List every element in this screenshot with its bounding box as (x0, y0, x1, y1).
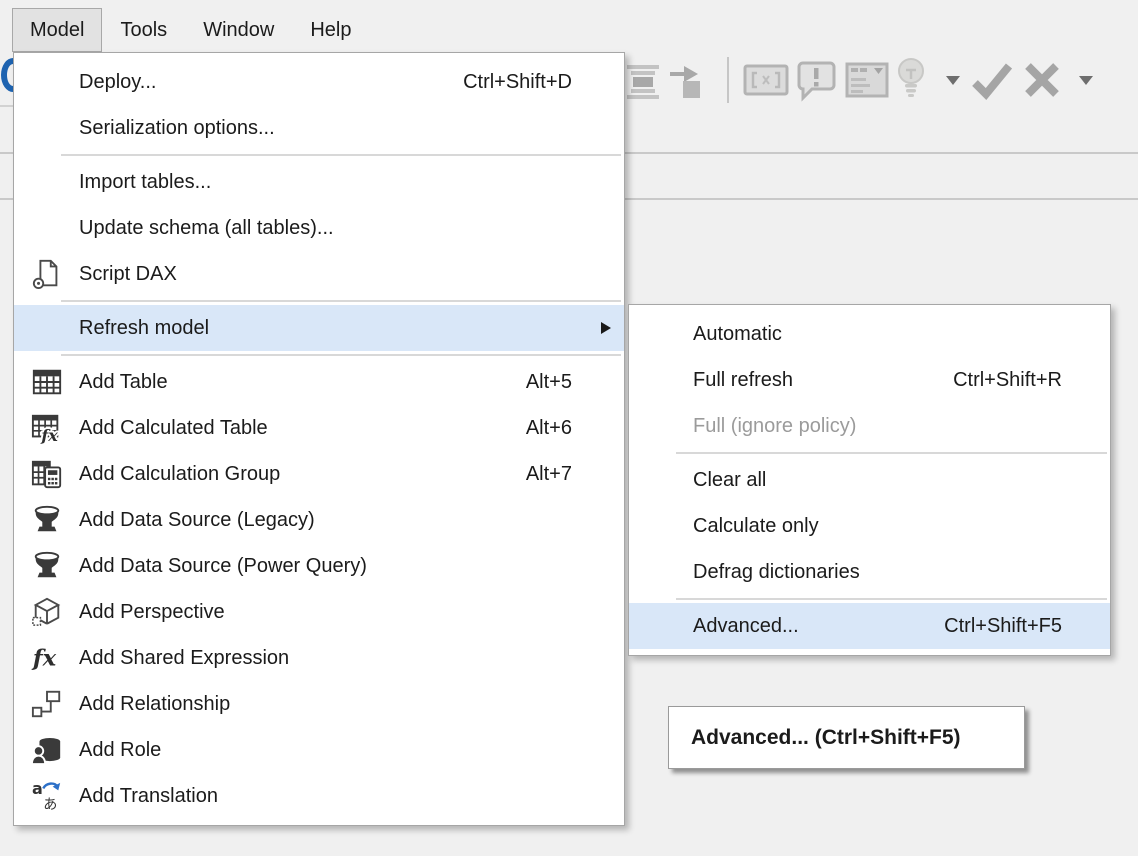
shortcut-tooltip: Advanced... (Ctrl+Shift+F5) (668, 706, 1025, 769)
menu-item-label: Script DAX (79, 263, 177, 286)
data-source-icon (28, 502, 66, 538)
fx-icon: fx (28, 640, 66, 676)
column-format-icon[interactable] (624, 58, 662, 102)
menu-item-serialization-options[interactable]: Serialization options... (14, 105, 624, 151)
menubar-item-tools[interactable]: Tools (102, 8, 185, 52)
menu-separator (14, 297, 624, 305)
submenu-item-clear-all[interactable]: Clear all (629, 457, 1110, 503)
menu-item-label: Calculate only (693, 515, 819, 538)
svg-text:fx: fx (31, 646, 57, 672)
menu-item-add-translation[interactable]: aあ Add Translation (14, 773, 624, 819)
application-window: ModelToolsWindowHelp Deploy... Ctrl+Shift… (0, 0, 1138, 856)
menu-item-add-perspective[interactable]: Add Perspective (14, 589, 624, 635)
toolbar-separator (727, 57, 729, 103)
menu-item-shortcut: Alt+5 (526, 371, 572, 394)
menu-item-label: Add Table (79, 371, 168, 394)
refresh-model-submenu: Automatic Full refresh Ctrl+Shift+R Full (i… (628, 304, 1111, 656)
menubar-item-help[interactable]: Help (292, 8, 369, 52)
table-icon (28, 364, 66, 400)
tooltip-text: Advanced... (Ctrl+Shift+F5) (691, 726, 961, 750)
submenu-item-advanced[interactable]: Advanced... Ctrl+Shift+F5 (629, 603, 1110, 649)
menu-item-add-role[interactable]: Add Role (14, 727, 624, 773)
menu-item-label: Add Data Source (Power Query) (79, 555, 367, 578)
svg-text:a: a (32, 780, 43, 798)
submenu-item-calculate-only[interactable]: Calculate only (629, 503, 1110, 549)
menu-separator (629, 595, 1110, 603)
relationship-icon (28, 686, 66, 722)
menu-item-add-table[interactable]: Add Table Alt+5 (14, 359, 624, 405)
menu-item-label: Add Shared Expression (79, 647, 289, 670)
submenu-item-full-refresh[interactable]: Full refresh Ctrl+Shift+R (629, 357, 1110, 403)
menu-item-label: Add Data Source (Legacy) (79, 509, 315, 532)
menu-item-label: Defrag dictionaries (693, 561, 860, 584)
menu-item-label: Add Calculated Table (79, 417, 268, 440)
menu-item-import-tables[interactable]: Import tables... (14, 159, 624, 205)
accept-check-icon[interactable] (970, 60, 1014, 100)
menu-item-script-dax[interactable]: Script DAX (14, 251, 624, 297)
form-editor-icon[interactable] (843, 58, 891, 102)
cancel-x-icon[interactable] (1021, 60, 1063, 100)
menu-item-label: Advanced... (693, 615, 799, 638)
role-icon (28, 732, 66, 768)
menu-item-add-calculated-table[interactable]: fx Add Calculated Table Alt+6 (14, 405, 624, 451)
menu-item-label: Add Relationship (79, 693, 230, 716)
menu-item-label: Serialization options... (79, 117, 275, 140)
menu-item-add-data-source-legacy[interactable]: Add Data Source (Legacy) (14, 497, 624, 543)
menu-item-label: Import tables... (79, 171, 211, 194)
submenu-arrow-icon (601, 322, 611, 334)
menu-item-label: Add Calculation Group (79, 463, 280, 486)
submenu-item-full-ignore-policy[interactable]: Full (ignore policy) (629, 403, 1110, 449)
menu-item-add-shared-expression[interactable]: fx Add Shared Expression (14, 635, 624, 681)
menu-bar: ModelToolsWindowHelp (0, 0, 1138, 52)
script-dax-icon (28, 256, 66, 292)
menubar-item-window[interactable]: Window (185, 8, 292, 52)
menu-separator (14, 151, 624, 159)
perspective-cube-icon (28, 594, 66, 630)
clipped-blue-toolbar-icon (0, 56, 13, 98)
menu-item-label: Refresh model (79, 317, 209, 340)
menu-item-shortcut: Alt+6 (526, 417, 572, 440)
menu-item-add-relationship[interactable]: Add Relationship (14, 681, 624, 727)
dropdown-caret-icon[interactable] (944, 74, 962, 86)
menubar-item-model[interactable]: Model (12, 8, 102, 52)
menu-item-label: Clear all (693, 469, 766, 492)
goto-definition-icon[interactable] (666, 58, 706, 102)
menu-item-label: Full refresh (693, 369, 793, 392)
submenu-item-automatic[interactable]: Automatic (629, 311, 1110, 357)
menu-item-label: Add Translation (79, 785, 218, 808)
toolbar-row-border (0, 105, 13, 107)
menu-item-deploy[interactable]: Deploy... Ctrl+Shift+D (14, 59, 624, 105)
menu-item-shortcut: Ctrl+Shift+D (463, 71, 572, 94)
menu-item-shortcut: Alt+7 (526, 463, 572, 486)
menu-item-label: Add Perspective (79, 601, 225, 624)
menu-separator (14, 351, 624, 359)
svg-text:fx: fx (40, 426, 58, 444)
dropdown-caret-icon[interactable] (1077, 74, 1095, 86)
lightbulb-icon[interactable] (894, 56, 928, 102)
submenu-item-defrag-dictionaries[interactable]: Defrag dictionaries (629, 549, 1110, 595)
translation-icon: aあ (28, 778, 66, 814)
calculated-table-icon: fx (28, 410, 66, 446)
menu-item-update-schema-all-tables[interactable]: Update schema (all tables)... (14, 205, 624, 251)
comment-warning-icon[interactable] (792, 58, 840, 102)
menu-item-refresh-model[interactable]: Refresh model (14, 305, 624, 351)
menu-item-label: Deploy... (79, 71, 156, 94)
menu-item-add-data-source-power-query[interactable]: Add Data Source (Power Query) (14, 543, 624, 589)
svg-text:あ: あ (43, 797, 57, 812)
menu-item-label: Full (ignore policy) (693, 415, 856, 438)
menu-item-label: Automatic (693, 323, 782, 346)
data-source-icon (28, 548, 66, 584)
model-menu: Deploy... Ctrl+Shift+D Serialization optio… (13, 52, 625, 826)
menu-item-shortcut: Ctrl+Shift+R (953, 369, 1062, 392)
menu-item-add-calculation-group[interactable]: Add Calculation Group Alt+7 (14, 451, 624, 497)
menu-item-label: Add Role (79, 739, 161, 762)
menu-separator (629, 449, 1110, 457)
calculation-group-icon (28, 456, 66, 492)
textbox-icon[interactable] (742, 60, 790, 100)
menu-item-shortcut: Ctrl+Shift+F5 (944, 615, 1062, 638)
menu-item-label: Update schema (all tables)... (79, 217, 334, 240)
